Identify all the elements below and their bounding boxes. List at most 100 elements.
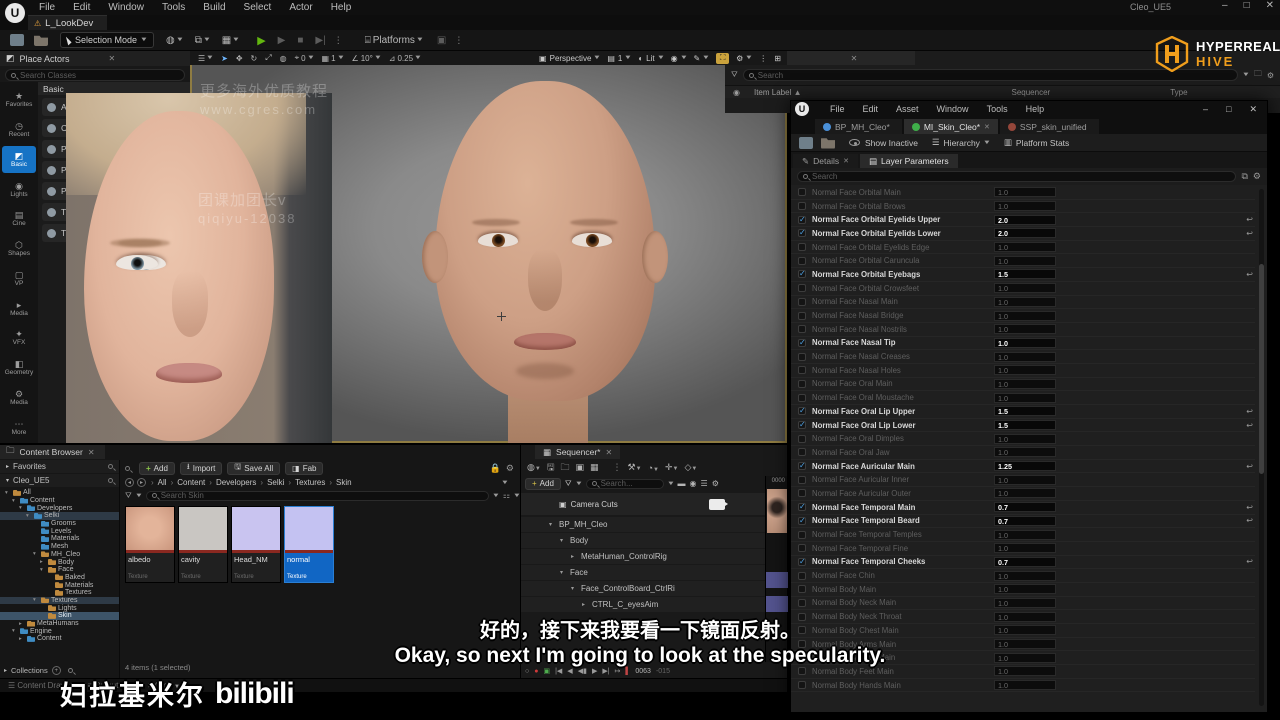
- close-outliner-icon[interactable]: ✕: [851, 54, 858, 63]
- parameter-row[interactable]: Normal Body Chest Main 1.0 ↩: [791, 624, 1255, 638]
- parameter-value-field[interactable]: 1.0: [994, 543, 1056, 554]
- parameter-row[interactable]: Normal Face Nasal Creases 1.0 ↩: [791, 350, 1255, 364]
- breadcrumb-item[interactable]: All: [149, 478, 169, 487]
- rotate-tool-icon[interactable]: ↻: [251, 54, 258, 63]
- parameter-value-field[interactable]: 1.0: [994, 529, 1056, 540]
- folder-tree-item[interactable]: ▾ Face: [0, 566, 119, 574]
- parameter-row[interactable]: Normal Face Orbital Eyebags 1.5 ↩: [791, 268, 1255, 282]
- menu-item[interactable]: File: [30, 2, 64, 13]
- lock-icon[interactable]: 🔒: [490, 463, 501, 474]
- material-window-titlebar[interactable]: U File Edit Asset Window Tools Help – □ ✕: [791, 101, 1267, 117]
- brush-dropdown[interactable]: ✎ ▼: [694, 54, 711, 63]
- rotation-snap-toggle[interactable]: ∠ 10° ▼: [352, 54, 382, 63]
- parameter-checkbox[interactable]: [798, 379, 806, 388]
- parameter-checkbox[interactable]: [798, 284, 806, 293]
- camera-speed-dropdown[interactable]: ▤ 1 ▼: [607, 54, 632, 63]
- menu-item[interactable]: Build: [194, 2, 234, 13]
- sequencer-search[interactable]: [585, 478, 664, 489]
- play-forward-icon[interactable]: ▶: [592, 667, 597, 675]
- save-icon[interactable]: [10, 34, 24, 46]
- parameter-row[interactable]: Normal Face Oral Dimples 1.0 ↩: [791, 432, 1255, 447]
- world-dropdown-icon[interactable]: ◍▼: [527, 462, 541, 473]
- auto-key-icon[interactable]: ◇▼: [684, 462, 697, 473]
- save-sequence-icon[interactable]: 🖫: [547, 460, 555, 476]
- parameter-value-field[interactable]: 2.0: [994, 214, 1056, 225]
- folder-tree-item[interactable]: Materials: [0, 535, 119, 543]
- selection-mode-dropdown[interactable]: Selection Mode ▼: [60, 32, 154, 48]
- sequencer-timeline-strip[interactable]: 0000: [765, 476, 788, 662]
- parameter-row[interactable]: Normal Face Oral Moustache 1.0 ↩: [791, 391, 1255, 405]
- settings-badge-icon[interactable]: ▣: [437, 35, 446, 46]
- sequencer-track[interactable]: ▸ MetaHuman_ControlRig: [521, 549, 765, 564]
- forward-icon[interactable]: ▸: [137, 478, 146, 487]
- folder-tree-item[interactable]: Mesh: [0, 543, 119, 551]
- menu-item[interactable]: Asset: [887, 104, 928, 114]
- folder-tree-item[interactable]: ▾ Engine: [0, 627, 119, 635]
- parameter-checkbox[interactable]: [798, 502, 806, 512]
- type-column[interactable]: Type: [1170, 88, 1187, 97]
- hierarchy-dropdown[interactable]: ☰ Hierarchy ▼: [932, 137, 991, 148]
- search-chevron-icon[interactable]: ▼: [666, 481, 674, 487]
- filter-icon[interactable]: ⛛: [125, 491, 132, 501]
- curve-view-icon[interactable]: ◉: [690, 479, 697, 488]
- show-inactive-toggle[interactable]: Show Inactive: [849, 138, 918, 148]
- sequencer-track[interactable]: ▾ BP_MH_Cleo: [521, 517, 765, 532]
- parameter-value-field[interactable]: 1.0: [994, 666, 1056, 677]
- place-actors-category[interactable]: ★ Favorites: [2, 86, 36, 114]
- close-content-browser-icon[interactable]: ✕: [88, 448, 95, 457]
- jump-end-icon[interactable]: ↦: [615, 667, 621, 675]
- parameter-row[interactable]: Normal Body Hands Main 1.0 ↩: [791, 679, 1255, 693]
- sequencer-track[interactable]: ▾ Face: [521, 565, 765, 580]
- parameter-value-field[interactable]: 1.0: [994, 652, 1056, 663]
- camera-lock-button[interactable]: [709, 498, 728, 510]
- parameter-checkbox[interactable]: [798, 297, 806, 306]
- outliner-view-chevron-icon[interactable]: ▼: [1242, 72, 1250, 78]
- browse-icon[interactable]: [821, 138, 835, 149]
- settings-icon[interactable]: ⚙: [506, 463, 520, 474]
- asset-tile[interactable]: albedo Texture: [125, 506, 175, 583]
- parameter-row[interactable]: Normal Face Auricular Outer 1.0 ↩: [791, 487, 1255, 501]
- prev-frame-icon[interactable]: ◀: [567, 667, 572, 675]
- param-settings-icon[interactable]: ⚙: [1253, 171, 1261, 182]
- fab-button[interactable]: ◨ Fab: [285, 461, 324, 475]
- blueprints-dropdown[interactable]: ⧉ ▼: [195, 35, 211, 46]
- asset-tile[interactable]: cavity Texture: [178, 506, 228, 583]
- parameter-value-field[interactable]: 1.5: [994, 420, 1056, 431]
- parameter-row[interactable]: Normal Body Neck Throat 1.0 ↩: [791, 610, 1255, 624]
- path-chevron-icon[interactable]: ▼: [501, 480, 523, 486]
- close-tab-icon[interactable]: ✕: [843, 157, 849, 165]
- parameter-row[interactable]: Normal Face Orbital Eyelids Upper 2.0 ↩: [791, 213, 1255, 228]
- place-actors-category[interactable]: ▤ Cine: [2, 205, 36, 233]
- parameter-value-field[interactable]: 1.0: [994, 201, 1056, 212]
- toolbar-overflow-icon[interactable]: ⋮: [454, 35, 463, 46]
- parameter-checkbox[interactable]: [798, 544, 806, 553]
- parameter-row[interactable]: Normal Face Oral Main 1.0 ↩: [791, 378, 1255, 392]
- folder-tree-item[interactable]: ▸ Content: [0, 635, 119, 643]
- menu-item[interactable]: File: [821, 104, 854, 114]
- parameter-row[interactable]: Normal Face Orbital Crowsfeet 1.0 ↩: [791, 282, 1255, 296]
- parameter-value-field[interactable]: 1.0: [994, 433, 1056, 444]
- select-tool-icon[interactable]: ➤: [221, 54, 228, 63]
- parameter-row[interactable]: Normal Body Legs Main 1.0 ↩: [791, 651, 1255, 666]
- move-tool-icon[interactable]: ✥: [236, 54, 243, 63]
- parameter-row[interactable]: Normal Body Feet Main 1.0 ↩: [791, 665, 1255, 679]
- play-detached-icon[interactable]: ▶: [278, 35, 286, 46]
- place-actors-category[interactable]: ▢ VP: [2, 265, 36, 293]
- parameter-checkbox[interactable]: [798, 557, 806, 566]
- folder-tree-item[interactable]: ▾ Textures: [0, 596, 119, 605]
- asset-editor-tab[interactable]: MI_Skin_Cleo* ✕: [903, 119, 998, 134]
- folder-tree-item[interactable]: ▾ All: [0, 489, 119, 497]
- breadcrumb-item[interactable]: Selki: [258, 478, 286, 487]
- grid-snap-toggle[interactable]: ▦ 1 ▼: [322, 54, 345, 63]
- folder-tree-item[interactable]: ▾ MH_Cleo: [0, 551, 119, 559]
- import-button[interactable]: ⭳ Import: [179, 461, 223, 475]
- parameter-value-field[interactable]: 1.0: [994, 584, 1056, 595]
- parameter-row[interactable]: Normal Face Orbital Eyelids Edge 1.0 ↩: [791, 241, 1255, 255]
- parameter-value-field[interactable]: 1.0: [994, 378, 1056, 389]
- close-tab-icon[interactable]: ✕: [984, 123, 990, 131]
- reset-to-default-icon[interactable]: ↩: [1246, 270, 1255, 279]
- parameter-value-field[interactable]: 1.0: [994, 625, 1056, 636]
- play-options-icon[interactable]: ⋮: [334, 35, 343, 46]
- parameter-checkbox[interactable]: [798, 448, 806, 457]
- search-save-chevron-icon[interactable]: ▼: [492, 493, 500, 499]
